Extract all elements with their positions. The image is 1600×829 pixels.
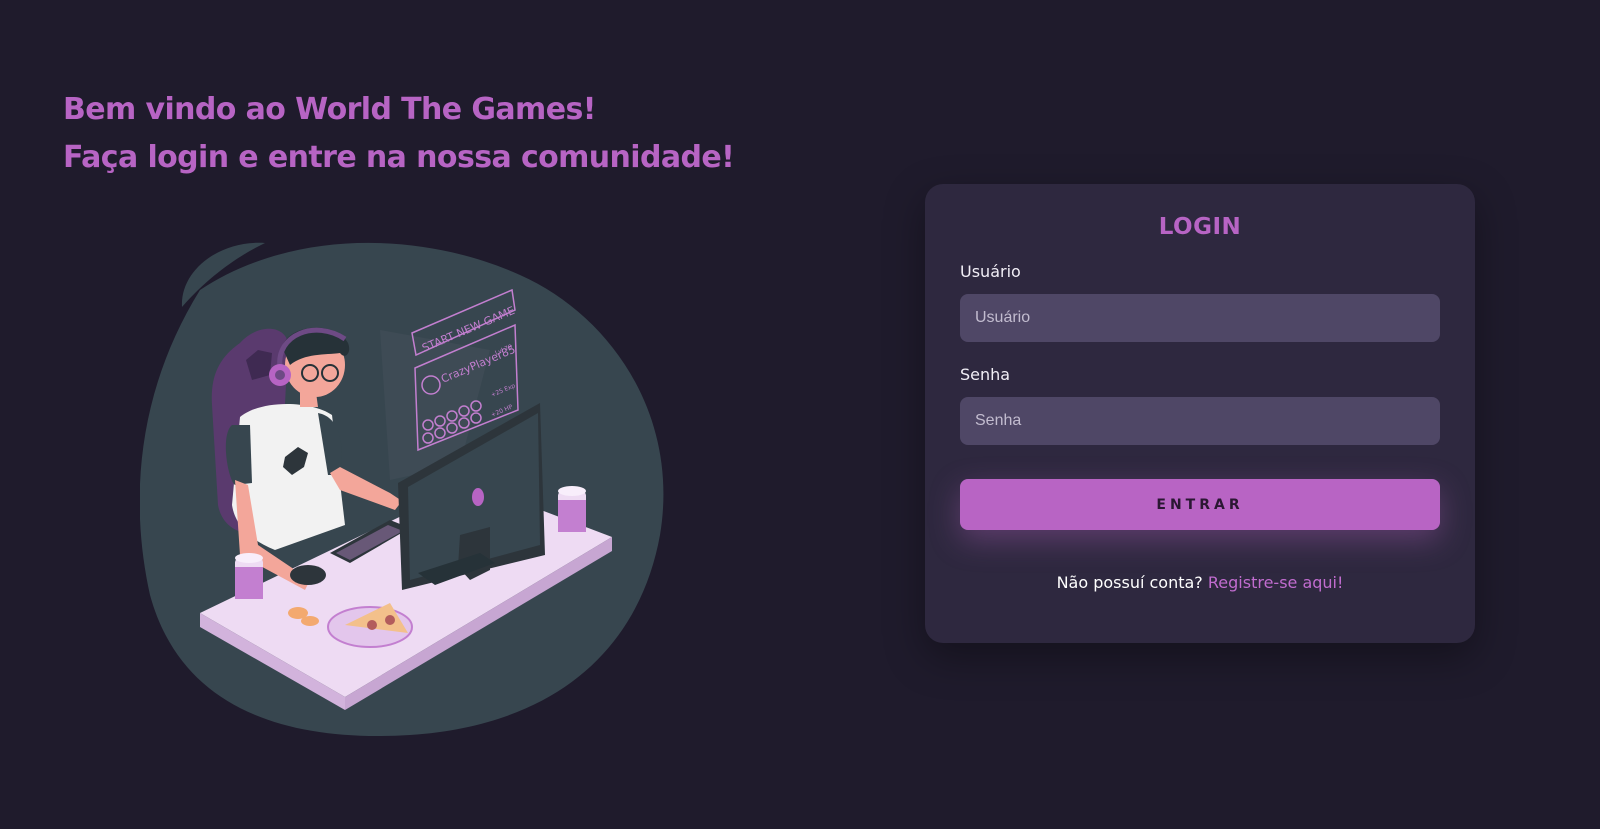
register-prompt: Não possuí conta? Registre-se aqui! [925,573,1475,592]
password-label: Senha [960,365,1011,384]
username-input[interactable] [960,294,1440,342]
welcome-line-2: Faça login e entre na nossa comunidade! [63,140,735,175]
energy-drink-can [558,486,586,540]
register-link[interactable]: Registre-se aqui! [1208,573,1344,592]
login-title: LOGIN [1158,214,1242,240]
login-button[interactable]: ENTRAR [960,479,1440,530]
register-prompt-text: Não possuí conta? [1056,573,1208,592]
login-card: LOGIN Usuário Senha ENTRAR Não possuí co… [925,184,1475,643]
gamer-illustration: START NEW GAME CrazyPlayer85 Lvl 79 +25 … [139,235,670,745]
welcome-line-1: Bem vindo ao World The Games! [63,92,596,127]
welcome-heading: Bem vindo ao World The Games! Faça login… [63,86,735,182]
energy-drink-can-2 [235,553,263,607]
username-label: Usuário [960,262,1021,281]
password-input[interactable] [960,397,1440,445]
mouse [290,565,326,585]
